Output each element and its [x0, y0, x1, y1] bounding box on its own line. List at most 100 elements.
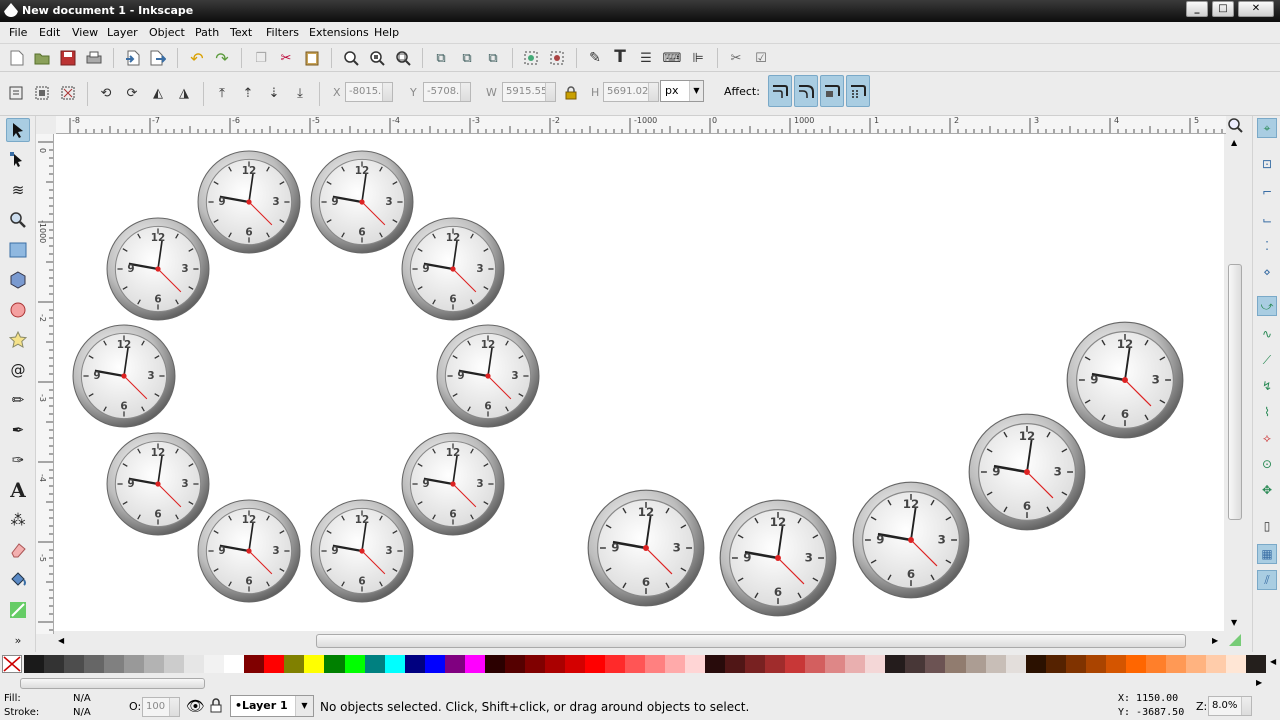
w-input[interactable]: 5915.55: [502, 82, 556, 102]
affect-stroke-width-toggle[interactable]: [768, 75, 792, 107]
export-icon[interactable]: [149, 49, 167, 67]
snap-bbox-corner-icon[interactable]: ⌙: [1257, 210, 1277, 230]
redo-icon[interactable]: ↷: [213, 49, 231, 68]
affect-gradients-toggle[interactable]: [820, 75, 844, 107]
pen-tool-icon[interactable]: ✒: [6, 418, 30, 442]
color-swatch[interactable]: [1065, 655, 1087, 673]
color-swatch[interactable]: [885, 655, 906, 673]
color-swatch[interactable]: [1125, 655, 1147, 673]
spiral-tool-icon[interactable]: @: [6, 358, 30, 382]
snap-nodes-icon[interactable]: ⤻: [1257, 296, 1277, 316]
clock-object[interactable]: 12 3 6 9: [310, 150, 414, 254]
y-input[interactable]: -5708.7: [423, 82, 471, 102]
snap-smooth-nodes-icon[interactable]: ⌇: [1257, 402, 1277, 422]
flip-vertical-icon[interactable]: ◮: [175, 84, 193, 102]
menu-layer[interactable]: Layer: [107, 26, 138, 39]
3d-box-tool-icon[interactable]: [6, 268, 30, 292]
stroke-value[interactable]: N/A: [73, 707, 91, 718]
color-swatch[interactable]: [484, 655, 506, 673]
color-swatch[interactable]: [24, 655, 45, 673]
affect-patterns-toggle[interactable]: [846, 75, 870, 107]
calligraphy-tool-icon[interactable]: ✑: [6, 448, 30, 472]
eraser-tool-icon[interactable]: [6, 538, 30, 562]
color-swatch[interactable]: [1185, 655, 1207, 673]
snap-bbox-center-icon[interactable]: ⋄: [1257, 262, 1277, 282]
color-swatch[interactable]: [464, 655, 486, 673]
palette-menu-icon[interactable]: ◀: [1270, 657, 1276, 666]
zoom-drawing-icon[interactable]: [368, 49, 386, 67]
color-swatch[interactable]: [1245, 655, 1267, 673]
color-swatch[interactable]: [1005, 655, 1027, 673]
color-swatch[interactable]: [725, 655, 746, 673]
clock-object[interactable]: 12 3 6 9: [401, 432, 505, 536]
select-all-icon[interactable]: [7, 84, 25, 102]
menu-path[interactable]: Path: [195, 26, 219, 39]
clock-object[interactable]: 12 3 6 9: [197, 150, 301, 254]
affect-corners-toggle[interactable]: [794, 75, 818, 107]
color-swatch[interactable]: [645, 655, 666, 673]
color-swatch[interactable]: [905, 655, 926, 673]
color-swatch[interactable]: [1105, 655, 1127, 673]
color-swatch[interactable]: [624, 655, 646, 673]
raise-to-top-icon[interactable]: ⤒: [213, 84, 231, 102]
color-swatch[interactable]: [104, 655, 125, 673]
horizontal-ruler[interactable]: -8 -7 -6 -5 -4 -3 -2 -1000 0 1000 1 2 3 …: [56, 116, 1226, 134]
no-paint-swatch[interactable]: [2, 655, 22, 673]
clock-object[interactable]: 12 3 6 9: [72, 324, 176, 428]
vertical-scrollbar[interactable]: ▲ ▼: [1226, 134, 1244, 631]
snap-bbox-midpoint-icon[interactable]: ⁚: [1257, 236, 1277, 256]
zoom-tool-icon[interactable]: [6, 208, 30, 232]
clock-object[interactable]: 12 3 6 9: [587, 489, 705, 607]
scroll-right-icon[interactable]: ▶: [1212, 636, 1218, 645]
ellipse-tool-icon[interactable]: [6, 298, 30, 322]
clock-object[interactable]: 12 3 6 9: [401, 217, 505, 321]
color-swatch[interactable]: [64, 655, 85, 673]
color-swatch[interactable]: [224, 655, 245, 673]
color-swatch[interactable]: [44, 655, 65, 673]
color-swatch[interactable]: [865, 655, 886, 673]
clock-object[interactable]: 12 3 6 9: [106, 432, 210, 536]
clock-object[interactable]: 12 3 6 9: [1066, 321, 1184, 439]
color-swatch[interactable]: [184, 655, 205, 673]
clock-object[interactable]: 12 3 6 9: [197, 499, 301, 603]
clock-object[interactable]: 12 3 6 9: [852, 481, 970, 599]
color-swatch[interactable]: [945, 655, 966, 673]
color-swatch[interactable]: [404, 655, 426, 673]
color-swatch[interactable]: [825, 655, 846, 673]
selector-tool-icon[interactable]: [6, 118, 30, 142]
color-swatch[interactable]: [84, 655, 105, 673]
color-swatch[interactable]: [144, 655, 165, 673]
color-swatch[interactable]: [304, 655, 325, 673]
lower-to-bottom-icon[interactable]: ⤓: [291, 84, 309, 102]
undo-icon[interactable]: ↶: [188, 49, 206, 68]
flip-horizontal-icon[interactable]: ◭: [149, 84, 167, 102]
snap-toggle-icon[interactable]: ⌖: [1257, 118, 1277, 138]
node-tool-icon[interactable]: [6, 148, 30, 172]
color-manage-icon[interactable]: [1226, 631, 1244, 649]
color-swatch[interactable]: [444, 655, 466, 673]
save-icon[interactable]: [59, 49, 77, 67]
color-swatch[interactable]: [1085, 655, 1107, 673]
unit-select[interactable]: px ▼: [660, 80, 704, 102]
menu-view[interactable]: View: [72, 26, 98, 39]
menu-file[interactable]: File: [9, 26, 27, 39]
minimize-button[interactable]: _: [1186, 1, 1208, 17]
clock-object[interactable]: 12 3 6 9: [106, 217, 210, 321]
scroll-left-icon[interactable]: ◀: [58, 636, 64, 645]
pencil-tool-icon[interactable]: ✏: [6, 388, 30, 412]
scroll-up-icon[interactable]: ▲: [1231, 138, 1237, 147]
rectangle-tool-icon[interactable]: [6, 238, 30, 262]
palette-scroll-right-icon[interactable]: ▶: [1256, 678, 1262, 687]
layers-icon[interactable]: ☰: [637, 49, 655, 67]
color-swatch[interactable]: [264, 655, 285, 673]
menu-object[interactable]: Object: [149, 26, 185, 39]
color-swatch[interactable]: [925, 655, 946, 673]
vertical-ruler[interactable]: 0 -1000 -2 -3 -4 -5: [36, 134, 54, 634]
color-swatch[interactable]: [1165, 655, 1187, 673]
color-swatch[interactable]: [524, 655, 546, 673]
snap-grids-icon[interactable]: ▦: [1257, 544, 1277, 564]
color-swatch[interactable]: [204, 655, 225, 673]
paste-icon[interactable]: [303, 49, 321, 67]
opacity-input[interactable]: 100: [142, 697, 180, 717]
snap-guides-icon[interactable]: ⫽: [1257, 570, 1277, 590]
